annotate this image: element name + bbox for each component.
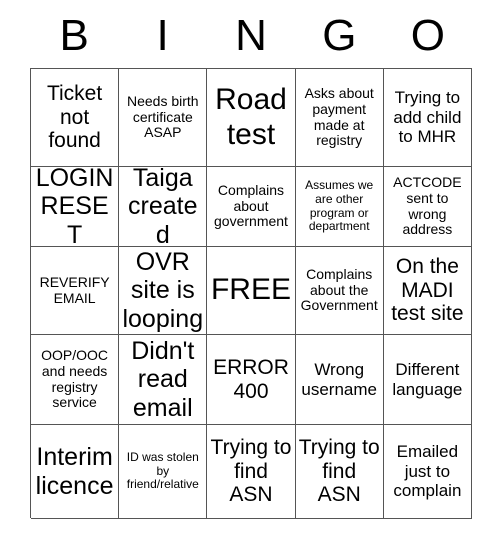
bingo-cell-r2c1[interactable]: LOGIN RESET: [31, 167, 120, 247]
bingo-cell-label: LOGIN RESET: [35, 167, 114, 247]
bingo-cell-free-space[interactable]: FREE: [207, 247, 296, 335]
bingo-header-letter-i: I: [156, 11, 169, 60]
bingo-cell-r3c4[interactable]: Complains about the Government: [295, 247, 384, 335]
bingo-cell-label: Emailed just to complain: [393, 442, 462, 501]
bingo-cell-label: OOP/OOC and needs registry service: [41, 346, 109, 411]
bingo-cell-label: Trying to find ASN: [298, 435, 380, 507]
bingo-cell-label: Trying to find ASN: [210, 435, 292, 507]
bingo-cell-r5c4[interactable]: Trying to find ASN: [295, 425, 384, 519]
bingo-cell-r4c5[interactable]: Different language: [383, 335, 472, 425]
bingo-cell-r2c5[interactable]: ACTCODE sent to wrong address: [383, 167, 472, 247]
bingo-cell-label: ACTCODE sent to wrong address: [393, 173, 462, 238]
bingo-cell-label: REVERIFY EMAIL: [39, 273, 110, 306]
bingo-cell-label: Complains about government: [214, 181, 288, 230]
bingo-cell-r2c4[interactable]: Assumes we are other program or departme…: [295, 167, 384, 247]
bingo-cell-r2c3[interactable]: Complains about government: [207, 167, 296, 247]
bingo-cell-r1c2[interactable]: Needs birth certificate ASAP: [119, 69, 208, 167]
bingo-cell-r4c1[interactable]: OOP/OOC and needs registry service: [31, 335, 120, 425]
bingo-cell-r3c1[interactable]: REVERIFY EMAIL: [31, 247, 120, 335]
bingo-cell-label: Road test: [215, 83, 287, 151]
bingo-cell-r1c1[interactable]: Ticket not found: [31, 69, 120, 167]
bingo-cell-r3c2[interactable]: OVR site is looping: [119, 247, 208, 335]
bingo-cell-r5c5[interactable]: Emailed just to complain: [383, 425, 472, 519]
bingo-cell-r5c1[interactable]: Interim licence: [31, 425, 120, 519]
bingo-cell-label: OVR site is looping: [122, 247, 204, 333]
bingo-cell-label: Needs birth certificate ASAP: [126, 92, 199, 141]
bingo-cell-label: Didn't read email: [131, 336, 195, 422]
bingo-header-letter-g: G: [322, 11, 357, 60]
bingo-cell-label: ID was stolen by friend/relative: [126, 449, 199, 492]
bingo-cell-r2c2[interactable]: Taiga created: [119, 167, 208, 247]
bingo-header-letter-b: B: [59, 11, 89, 60]
bingo-cell-label: ERROR 400: [213, 355, 289, 403]
bingo-cell-label: Taiga created: [128, 167, 198, 247]
bingo-cell-r5c3[interactable]: Trying to find ASN: [207, 425, 296, 519]
bingo-card: B I N G O Ticket not found Needs birth c…: [0, 0, 500, 544]
bingo-cell-label: Assumes we are other program or departme…: [305, 178, 374, 234]
bingo-cell-label: Asks about payment made at registry: [304, 84, 374, 149]
bingo-cell-label: Different language: [392, 360, 463, 399]
bingo-cell-label: Interim licence: [35, 443, 114, 500]
bingo-cell-r3c5[interactable]: On the MADI test site: [383, 247, 472, 335]
bingo-cell-r1c5[interactable]: Trying to add child to MHR: [383, 69, 472, 167]
bingo-cell-r1c3[interactable]: Road test: [207, 69, 296, 167]
bingo-cell-r4c2[interactable]: Didn't read email: [119, 335, 208, 425]
bingo-cell-label: Complains about the Government: [300, 265, 378, 314]
bingo-cell-label: Ticket not found: [46, 81, 103, 153]
bingo-cell-label: On the MADI test site: [391, 254, 464, 326]
bingo-free-label: FREE: [210, 273, 291, 307]
bingo-header-letter-o: O: [410, 11, 445, 60]
bingo-grid: Ticket not found Needs birth certificate…: [30, 68, 472, 519]
bingo-cell-r4c4[interactable]: Wrong username: [295, 335, 384, 425]
bingo-header-letter-n: N: [235, 11, 267, 60]
bingo-cell-label: Wrong username: [301, 360, 377, 399]
bingo-cell-label: Trying to add child to MHR: [393, 88, 462, 147]
bingo-cell-r1c4[interactable]: Asks about payment made at registry: [295, 69, 384, 167]
bingo-header-letters: B I N G O: [30, 8, 472, 64]
bingo-cell-r4c3[interactable]: ERROR 400: [207, 335, 296, 425]
bingo-cell-r5c2[interactable]: ID was stolen by friend/relative: [119, 425, 208, 519]
